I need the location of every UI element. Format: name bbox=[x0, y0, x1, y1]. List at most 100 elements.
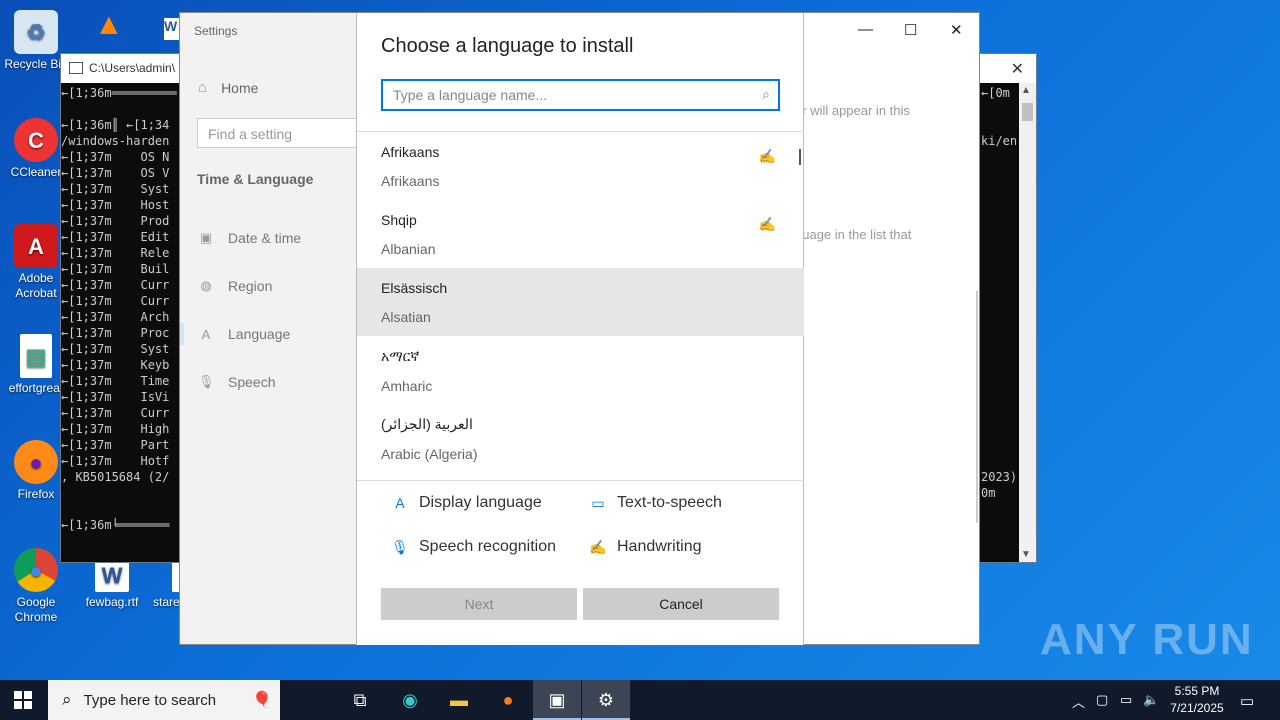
display-language-icon: A bbox=[395, 495, 405, 511]
language-item-alsatian[interactable]: Elsässisch Alsatian bbox=[357, 268, 804, 336]
search-icon: ⌕ bbox=[62, 690, 72, 709]
chrome-icon: ● bbox=[14, 548, 58, 592]
settings-bg-text-2: guage in the list that bbox=[795, 227, 912, 242]
console-output-right-top: ←[0m ki/en bbox=[981, 86, 1018, 148]
console-scrollbar-thumb[interactable] bbox=[1022, 103, 1033, 121]
language-english-name: Alsatian bbox=[381, 309, 431, 325]
nav-speech[interactable]: 🎙 Speech bbox=[198, 374, 275, 390]
recycle-bin-icon: ♻ bbox=[14, 10, 58, 54]
settings-bg-text-1: er will appear in this bbox=[795, 103, 910, 118]
ccleaner-icon: C bbox=[14, 118, 58, 162]
scroll-down-arrow-icon[interactable]: ▼ bbox=[1021, 549, 1031, 560]
dialog-title: Choose a language to install bbox=[381, 35, 634, 57]
globe-icon: ◍ bbox=[200, 278, 212, 293]
nav-label: Language bbox=[228, 326, 291, 342]
find-setting-input[interactable]: Find a setting bbox=[197, 118, 367, 148]
network-icon[interactable]: ▭ bbox=[1120, 692, 1132, 708]
adobe-acrobat-icon: A bbox=[14, 224, 58, 268]
word-doc-icon: W bbox=[95, 558, 129, 592]
start-button[interactable] bbox=[14, 691, 32, 709]
desktop-icon-fewbag[interactable]: W fewbag.rtf bbox=[76, 558, 148, 610]
console-close-button[interactable]: ✕ bbox=[1011, 59, 1024, 79]
language-native-name: Elsässisch bbox=[381, 280, 448, 296]
settings-app-title: Settings bbox=[194, 24, 238, 38]
handwriting-icon: ✍ bbox=[589, 538, 607, 555]
nav-date-time[interactable]: ▣ Date & time bbox=[198, 230, 301, 246]
console-title: C:\Users\admin\ bbox=[89, 61, 176, 75]
feature-label: Handwriting bbox=[617, 538, 702, 555]
home-icon: ⌂ bbox=[198, 79, 208, 96]
language-english-name: Arabic (Algeria) bbox=[381, 446, 478, 462]
volume-icon[interactable]: 🔈 bbox=[1143, 692, 1159, 708]
feature-text-to-speech: ▭ Text-to-speech bbox=[589, 494, 722, 512]
language-item-albanian[interactable]: Shqip Albanian ✍ bbox=[357, 200, 804, 268]
settings-home-link[interactable]: ⌂ Home bbox=[198, 79, 258, 96]
console-scrollbar[interactable]: ▲ ▼ bbox=[1019, 83, 1036, 562]
nav-label: Date & time bbox=[228, 230, 302, 246]
taskbar-search-placeholder: Type here to search bbox=[83, 691, 217, 709]
console-taskbar-icon[interactable]: ▣ bbox=[533, 680, 581, 720]
nav-label: Region bbox=[228, 278, 273, 294]
microphone-icon: 🎙 bbox=[391, 538, 409, 555]
search-icon[interactable]: ⌕ bbox=[762, 86, 770, 103]
calendar-clock-icon: ▣ bbox=[199, 230, 213, 245]
notification-icon[interactable]: ▭ bbox=[1240, 692, 1254, 710]
language-search-placeholder: Type a language name... bbox=[393, 87, 548, 103]
scroll-up-arrow-icon[interactable]: ▲ bbox=[1021, 85, 1031, 96]
next-button[interactable]: Next bbox=[381, 588, 577, 620]
device-icon[interactable]: ▢ bbox=[1096, 692, 1108, 708]
vlc-icon[interactable]: ▲ bbox=[94, 8, 126, 48]
settings-sidebar: Settings ⌂ Home Find a setting Time & La… bbox=[179, 13, 367, 644]
nav-region[interactable]: ◍ Region bbox=[198, 278, 272, 294]
nav-label: Speech bbox=[228, 374, 276, 390]
language-list[interactable]: Afrikaans Afrikaans ✍ Shqip Albanian ✍ E… bbox=[357, 131, 804, 481]
task-view-button[interactable]: ⧉ bbox=[336, 680, 384, 720]
nav-language[interactable]: A Language bbox=[179, 323, 291, 345]
language-native-name: Shqip bbox=[381, 212, 417, 228]
edge-taskbar-icon[interactable]: ◉ bbox=[386, 680, 434, 720]
feature-display-language: A Display language bbox=[391, 494, 542, 512]
language-native-name: አማርኛ bbox=[381, 348, 420, 364]
language-item-afrikaans[interactable]: Afrikaans Afrikaans ✍ bbox=[357, 132, 804, 200]
desktop-icon-stare[interactable]: stare bbox=[140, 558, 184, 610]
clock-date: 7/21/2025 bbox=[1170, 701, 1224, 715]
language-item-arabic-algeria[interactable]: العربية (الجزائر) Arabic (Algeria) bbox=[357, 404, 804, 472]
minimize-button[interactable]: — bbox=[858, 21, 873, 38]
word-icon-partial[interactable]: W bbox=[164, 18, 180, 40]
choose-language-dialog[interactable]: Choose a language to install Type a lang… bbox=[356, 13, 804, 645]
language-native-name: العربية (الجزائر) bbox=[381, 416, 473, 432]
language-search-input[interactable]: Type a language name... ⌕ bbox=[381, 79, 780, 111]
handwriting-icon: ✍ bbox=[758, 148, 776, 164]
language-english-name: Amharic bbox=[381, 378, 433, 394]
section-heading: Time & Language bbox=[197, 171, 314, 187]
firefox-taskbar-icon[interactable]: ● bbox=[484, 680, 532, 720]
settings-scrollbar[interactable] bbox=[976, 291, 978, 523]
console-output-right-bottom: 2023) 0m bbox=[981, 470, 1018, 500]
settings-taskbar-icon[interactable]: ⚙ bbox=[582, 680, 630, 720]
feature-label: Text-to-speech bbox=[617, 494, 722, 511]
file-explorer-taskbar-icon[interactable]: ▬ bbox=[435, 680, 483, 720]
desktop-icon-label: fewbag.rtf bbox=[85, 595, 139, 609]
firefox-icon: ● bbox=[14, 440, 58, 484]
console-window-icon bbox=[69, 62, 83, 74]
language-native-name: Afrikaans bbox=[381, 144, 440, 160]
feature-label: Speech recognition bbox=[419, 538, 556, 555]
language-item-amharic[interactable]: አማርኛ Amharic bbox=[357, 336, 804, 404]
language-english-name: Afrikaans bbox=[381, 173, 440, 189]
language-icon: A bbox=[201, 326, 211, 342]
taskbar: ⌕ Type here to search 🎈 ⧉ ◉ ▬ ● ▣ ⚙ ︿ ▢ … bbox=[0, 680, 1280, 720]
taskbar-search-box[interactable]: ⌕ Type here to search 🎈 bbox=[48, 680, 280, 720]
chevron-up-icon[interactable]: ︿ bbox=[1072, 692, 1085, 711]
language-list-scrollbar[interactable] bbox=[799, 149, 801, 165]
maximize-button[interactable]: ☐ bbox=[904, 21, 917, 39]
microphone-icon: 🎙 bbox=[198, 374, 215, 389]
desktop-icon-label: Google Chrome bbox=[14, 595, 58, 624]
language-english-name: Albanian bbox=[381, 241, 436, 257]
clock-time: 5:55 PM bbox=[1174, 684, 1220, 698]
feature-label: Display language bbox=[419, 494, 542, 511]
text-to-speech-icon: ▭ bbox=[591, 494, 605, 511]
taskbar-clock[interactable]: 5:55 PM 7/21/2025 bbox=[1162, 683, 1232, 717]
desktop-icon-label: stare bbox=[153, 595, 180, 609]
close-button[interactable]: ✕ bbox=[950, 21, 963, 39]
cancel-button[interactable]: Cancel bbox=[583, 588, 779, 620]
